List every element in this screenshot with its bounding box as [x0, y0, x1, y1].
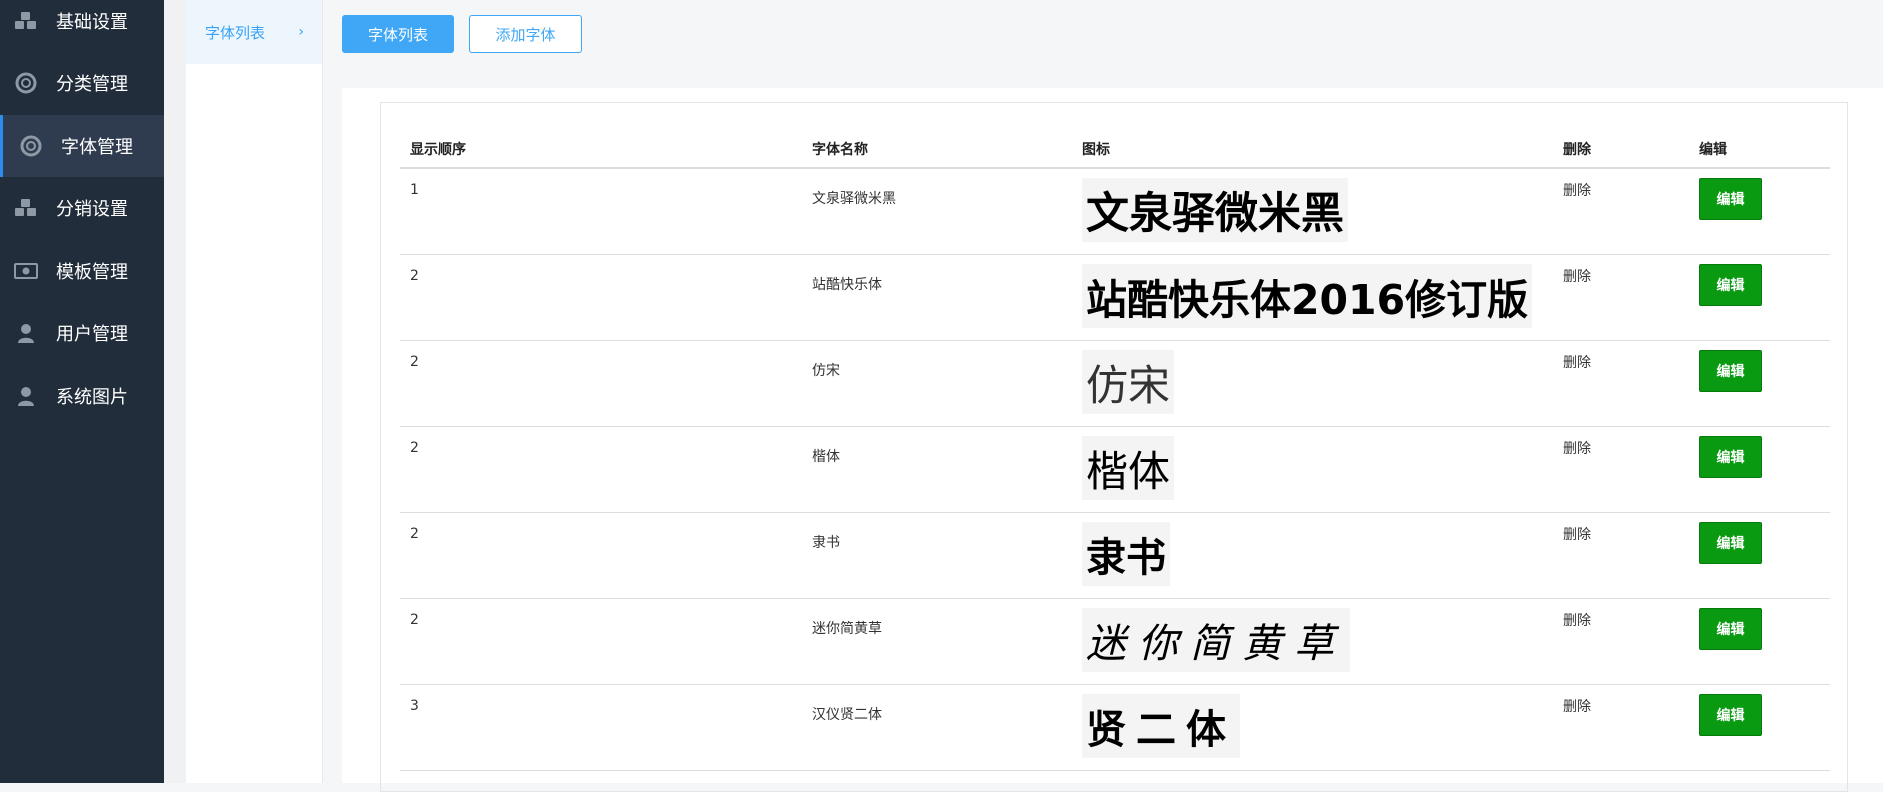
font-preview-image: 贤二体 — [1082, 694, 1240, 758]
sidebar-item-system-images[interactable]: 系统图片 — [0, 365, 164, 427]
subnav-item-font-list[interactable]: 字体列表 › — [186, 0, 322, 64]
sidebar-item-category[interactable]: 分类管理 — [0, 52, 164, 114]
table-row: 2 楷体 楷体 删除 编辑 — [400, 426, 1830, 513]
table-row: 2 站酷快乐体 站酷快乐体2016修订版 删除 编辑 — [400, 254, 1830, 341]
row-order: 2 — [410, 526, 419, 542]
tab-add-font[interactable]: 添加字体 — [469, 15, 582, 53]
sidebar-item-label: 用户管理 — [56, 324, 128, 345]
font-preview-image: 文泉驿微米黑 — [1082, 178, 1348, 242]
sidebar-item-users[interactable]: 用户管理 — [0, 302, 164, 364]
delete-link[interactable]: 删除 — [1563, 266, 1591, 286]
table-row: 1 文泉驿微米黑 文泉驿微米黑 删除 编辑 — [400, 168, 1830, 255]
header-order: 显示顺序 — [410, 142, 466, 158]
sidebar-item-font-manage[interactable]: 字体管理 — [0, 115, 164, 177]
row-name: 文泉驿微米黑 — [812, 191, 896, 207]
sidebar-item-distribution[interactable]: 分销设置 — [0, 177, 164, 239]
row-order: 2 — [410, 612, 419, 628]
user-icon — [14, 321, 38, 345]
delete-link[interactable]: 删除 — [1563, 438, 1591, 458]
edit-button[interactable]: 编辑 — [1699, 608, 1762, 650]
row-name: 站酷快乐体 — [812, 277, 882, 293]
row-order: 2 — [410, 354, 419, 370]
table-row: 3 汉仪贤二体 贤二体 删除 编辑 — [400, 684, 1830, 771]
row-name: 隶书 — [812, 535, 840, 551]
lifebuoy-icon — [14, 71, 38, 95]
sidebar-gutter — [164, 0, 186, 783]
header-edit: 编辑 — [1699, 142, 1727, 158]
edit-button[interactable]: 编辑 — [1699, 436, 1762, 478]
delete-link[interactable]: 删除 — [1563, 180, 1591, 200]
edit-button[interactable]: 编辑 — [1699, 694, 1762, 736]
cubes-icon — [14, 9, 38, 33]
edit-button[interactable]: 编辑 — [1699, 178, 1762, 220]
row-name: 楷体 — [812, 449, 840, 465]
row-order: 2 — [410, 440, 419, 456]
table-row: 2 仿宋 仿宋 删除 编辑 — [400, 340, 1830, 427]
row-name: 迷你简黄草 — [812, 621, 882, 637]
subnav-item-label: 字体列表 — [205, 23, 266, 42]
delete-link[interactable]: 删除 — [1563, 352, 1591, 372]
font-table: 显示顺序 字体名称 图标 删除 编辑 1 文泉驿微米黑 文泉驿微米黑 删除 编辑… — [380, 102, 1848, 792]
tab-font-list[interactable]: 字体列表 — [342, 15, 454, 53]
sidebar-item-label: 基础设置 — [56, 12, 128, 33]
font-preview-image: 楷体 — [1082, 436, 1175, 500]
delete-link[interactable]: 删除 — [1563, 696, 1591, 716]
font-preview-image: 站酷快乐体2016修订版 — [1082, 264, 1533, 328]
edit-button[interactable]: 编辑 — [1699, 350, 1762, 392]
delete-link[interactable]: 删除 — [1563, 524, 1591, 544]
sidebar: 基础设置 分类管理 字体管理 分销设置 模板管理 用户管理 系统图片 — [0, 0, 164, 783]
table-row: 2 迷你简黄草 迷你简黄草 删除 编辑 — [400, 598, 1830, 685]
table-row: 2 隶书 隶书 删除 编辑 — [400, 512, 1830, 599]
row-name: 汉仪贤二体 — [812, 707, 882, 723]
sidebar-item-label: 系统图片 — [56, 387, 128, 408]
sidebar-item-label: 分销设置 — [56, 199, 128, 220]
sidebar-item-basic-settings[interactable]: 基础设置 — [0, 0, 164, 52]
edit-button[interactable]: 编辑 — [1699, 264, 1762, 306]
row-order: 2 — [410, 268, 419, 284]
sidebar-item-label: 分类管理 — [56, 74, 128, 95]
sub-nav: 字体列表 › — [186, 0, 323, 783]
font-preview-image: 迷你简黄草 — [1082, 608, 1350, 672]
font-preview-image: 仿宋 — [1082, 350, 1175, 414]
row-name: 仿宋 — [812, 363, 840, 379]
header-icon: 图标 — [1082, 142, 1110, 158]
row-order: 1 — [410, 182, 419, 198]
font-preview-image: 隶书 — [1082, 522, 1170, 586]
delete-link[interactable]: 删除 — [1563, 610, 1591, 630]
main-panel: 显示顺序 字体名称 图标 删除 编辑 1 文泉驿微米黑 文泉驿微米黑 删除 编辑… — [342, 88, 1883, 792]
chevron-right-icon: › — [298, 24, 304, 40]
sidebar-item-label: 模板管理 — [56, 262, 128, 283]
table-header: 显示顺序 字体名称 图标 删除 编辑 — [400, 131, 1830, 169]
row-order: 3 — [410, 698, 419, 714]
header-delete: 删除 — [1563, 142, 1591, 158]
edit-button[interactable]: 编辑 — [1699, 522, 1762, 564]
cubes-icon — [14, 196, 38, 220]
lifebuoy-icon — [19, 134, 43, 158]
money-icon — [14, 259, 38, 283]
user-icon — [14, 384, 38, 408]
sidebar-item-template[interactable]: 模板管理 — [0, 240, 164, 302]
header-name: 字体名称 — [812, 142, 868, 158]
sidebar-item-label: 字体管理 — [61, 137, 133, 158]
